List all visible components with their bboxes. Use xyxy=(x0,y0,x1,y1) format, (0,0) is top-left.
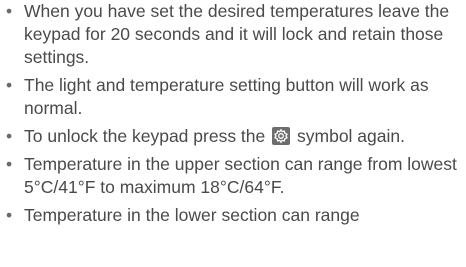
list-item-text-after: symbol again. xyxy=(297,126,405,146)
list-item: • To unlock the keypad press the symbol … xyxy=(0,125,466,148)
list-item-text: The light and temperature setting button… xyxy=(24,75,429,118)
list-item-text-before: To unlock the keypad press the xyxy=(24,126,266,146)
bullet-icon: • xyxy=(6,205,13,225)
list-item-text: When you have set the desired temperatur… xyxy=(24,1,450,67)
bullet-icon: • xyxy=(6,126,13,146)
list-item: • Temperature in the lower section can r… xyxy=(0,204,466,227)
list-item-text: Temperature in the lower section can ran… xyxy=(24,205,360,225)
list-item-text: Temperature in the upper section can ran… xyxy=(24,154,457,197)
list-item: • Temperature in the upper section can r… xyxy=(0,153,466,199)
list-item: • The light and temperature setting butt… xyxy=(0,74,466,120)
bullet-icon: • xyxy=(6,1,13,21)
bullet-icon: • xyxy=(6,75,13,95)
bullet-icon: • xyxy=(6,154,13,174)
instructions-list: • When you have set the desired temperat… xyxy=(0,0,466,232)
list-item: • When you have set the desired temperat… xyxy=(0,0,466,69)
settings-icon xyxy=(272,127,291,145)
